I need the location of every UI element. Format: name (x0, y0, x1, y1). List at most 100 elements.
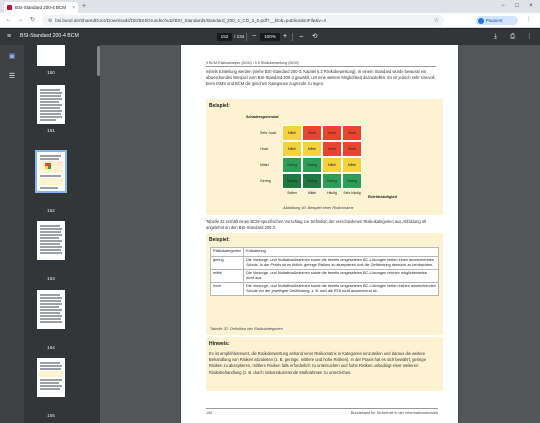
page-thumbnail[interactable] (37, 45, 65, 66)
table-intro-paragraph: Tabelle 32 enthält einen BCM-spezifische… (206, 219, 427, 231)
matrix-cell: Gering (302, 173, 322, 189)
matrix-y-axis-label: Schadenspotenzial (246, 115, 279, 119)
table-row: mittel Die Vorsorge- und Notfallmaßnahme… (209, 269, 439, 283)
browser-menu-icon[interactable]: ⋮ (526, 16, 532, 25)
pdf-page: 9 BCM-Risikoanalyse (BCM) / 9.5 Risikobe… (181, 45, 458, 423)
matrix-cell: Hoch (322, 125, 342, 141)
pdf-title: BSI-Standard 200-4 BCM (20, 33, 79, 39)
browser-window: BSI-Standard 200-4 BCM × + − □ × ← → ↻ ⊜… (0, 0, 540, 423)
page-number-input[interactable]: 152 (217, 33, 232, 41)
profile-button[interactable]: Pausiert (476, 16, 518, 25)
thumbnail-panel: 150 151 152 153 154 155 (24, 45, 100, 423)
print-icon[interactable]: ⎙ (510, 32, 515, 41)
pdf-toolbar: ≡ BSI-Standard 200-4 BCM 152 / 234 − 100… (0, 29, 540, 45)
category-cell: gering (209, 256, 245, 270)
matrix-cell: Hoch (322, 141, 342, 157)
matrix-cell: Hoch (302, 125, 322, 141)
toolbar-divider (246, 33, 247, 41)
thumbnail-label: 154 (47, 345, 55, 350)
matrix-cell: Mittel (302, 141, 322, 157)
rotate-icon[interactable]: ⟲ (312, 32, 317, 41)
forward-button[interactable]: → (16, 16, 25, 25)
thumbnail-label: 153 (47, 276, 55, 281)
thumbnail-label: 152 (47, 208, 55, 213)
tab-close-icon[interactable]: × (72, 5, 75, 11)
zoom-out-button[interactable]: − (252, 32, 256, 41)
page-total: / 234 (234, 34, 245, 39)
figure-caption: Abbildung 40: Beispiel einer Risikomatri… (283, 205, 354, 210)
hint-text: Es ist empfehlenswert, die Risikobewertu… (209, 351, 426, 375)
browser-tab[interactable]: BSI-Standard 200-4 BCM × (4, 2, 78, 13)
maximize-button[interactable]: □ (510, 1, 524, 11)
hint-box: Hinweis: Es ist empfehlenswert, die Risi… (206, 337, 443, 391)
table-example-box: Beispiel: Risikokategorien Erläuterung g… (206, 233, 443, 335)
hint-title: Hinweis: (209, 341, 230, 347)
risk-matrix: Schadenspotenzial Eintrittshäufigkeit Se… (246, 115, 436, 215)
tab-title: BSI-Standard 200-4 BCM (15, 5, 67, 10)
more-actions-icon[interactable]: ⋮ (526, 32, 533, 41)
toolbar-divider (292, 33, 293, 41)
matrix-x-axis-label: Eintrittshäufigkeit (368, 195, 397, 199)
matrix-column-label: Häufig (327, 191, 337, 195)
table-header-row: Risikokategorien Erläuterung (209, 247, 439, 257)
zoom-in-button[interactable]: + (283, 32, 287, 41)
category-cell: hoch (209, 282, 245, 296)
matrix-cell: Mittel (342, 157, 362, 173)
matrix-row-label: Mittel (260, 163, 269, 167)
new-tab-button[interactable]: + (82, 2, 86, 11)
page-thumbnail[interactable] (37, 85, 65, 124)
url-text[interactable]: bsi.bund.de/SharedDocs/Downloads/DE/BSI/… (55, 18, 326, 23)
table-row: hoch Die Vorsorge- und Notfallmaßnahmen … (209, 282, 439, 296)
example-title: Beispiel: (209, 103, 230, 109)
footer-organization: Bundesamt für Sicherheit in der Informat… (350, 411, 438, 415)
page-thumbnail[interactable] (37, 221, 65, 260)
description-cell: Die Vorsorge- und Notfallmaßnahmen sowie… (243, 256, 439, 270)
bookmark-star-icon[interactable]: ☆ (434, 17, 439, 24)
outline-icon[interactable]: ☰ (7, 72, 17, 82)
matrix-cell: Hoch (342, 125, 362, 141)
sidebar-toggle-icon[interactable]: ≡ (7, 32, 11, 41)
sidebar-icon-rail: ▣ ☰ (0, 45, 24, 423)
matrix-cell: Hoch (342, 141, 362, 157)
page-thumbnail-selected[interactable] (35, 150, 67, 193)
site-info-icon[interactable]: ⊜ (48, 18, 52, 24)
page-thumbnail[interactable] (37, 358, 65, 397)
fit-page-icon[interactable]: ⇔ (298, 32, 305, 41)
running-header: 9 BCM-Risikoanalyse (BCM) / 9.5 Risikobe… (206, 61, 299, 65)
matrix-row-label: Sehr hoch (260, 131, 277, 135)
matrix-column-label: Sehr häufig (343, 191, 361, 195)
matrix-cell: Gering (282, 173, 302, 189)
risk-category-table: Risikokategorien Erläuterung gering Die … (209, 247, 439, 296)
matrix-cell: Gering (302, 157, 322, 173)
description-cell: Die Vorsorge- und Notfallmaßnahmen sowie… (243, 282, 439, 296)
matrix-column-label: Selten (287, 191, 297, 195)
table-row: gering Die Vorsorge- und Notfallmaßnahme… (209, 256, 439, 270)
close-window-button[interactable]: × (524, 1, 538, 11)
download-icon[interactable]: ⤓ (494, 32, 497, 41)
browser-toolbar: ← → ↻ ⊜ bsi.bund.de/SharedDocs/Downloads… (0, 13, 540, 28)
column-header: Erläuterung (243, 247, 439, 257)
thumbnail-label: 151 (47, 128, 55, 133)
column-header: Risikokategorien (209, 247, 245, 257)
thumbnail-label: 150 (47, 70, 55, 75)
page-thumbnail[interactable] (37, 290, 65, 329)
address-bar[interactable]: ⊜ bsi.bund.de/SharedDocs/Downloads/DE/BS… (42, 15, 444, 26)
description-cell: Die Vorsorge- und Notfallmaßnahmen sowie… (243, 269, 439, 283)
pdf-viewport[interactable]: 9 BCM-Risikoanalyse (BCM) / 9.5 Risikobe… (100, 45, 540, 423)
thumbnails-icon[interactable]: ▣ (7, 52, 17, 62)
tab-strip: BSI-Standard 200-4 BCM × + − □ × (0, 0, 540, 13)
bsi-favicon-icon (7, 5, 12, 10)
back-button[interactable]: ← (4, 16, 13, 25)
footer-rule (206, 408, 438, 409)
matrix-column-label: Mittel (307, 191, 317, 195)
profile-label: Pausiert (486, 18, 503, 23)
matrix-row-label: Gering (260, 179, 271, 183)
matrix-row-label: Hoch (260, 147, 269, 151)
zoom-input[interactable]: 100% (260, 33, 280, 41)
reload-button[interactable]: ↻ (28, 16, 37, 25)
matrix-cell: Gering (342, 173, 362, 189)
matrix-cell: Mittel (282, 125, 302, 141)
footer-page-number: 152 (206, 411, 213, 415)
category-cell: mittel (209, 269, 245, 283)
minimize-button[interactable]: − (496, 1, 510, 11)
